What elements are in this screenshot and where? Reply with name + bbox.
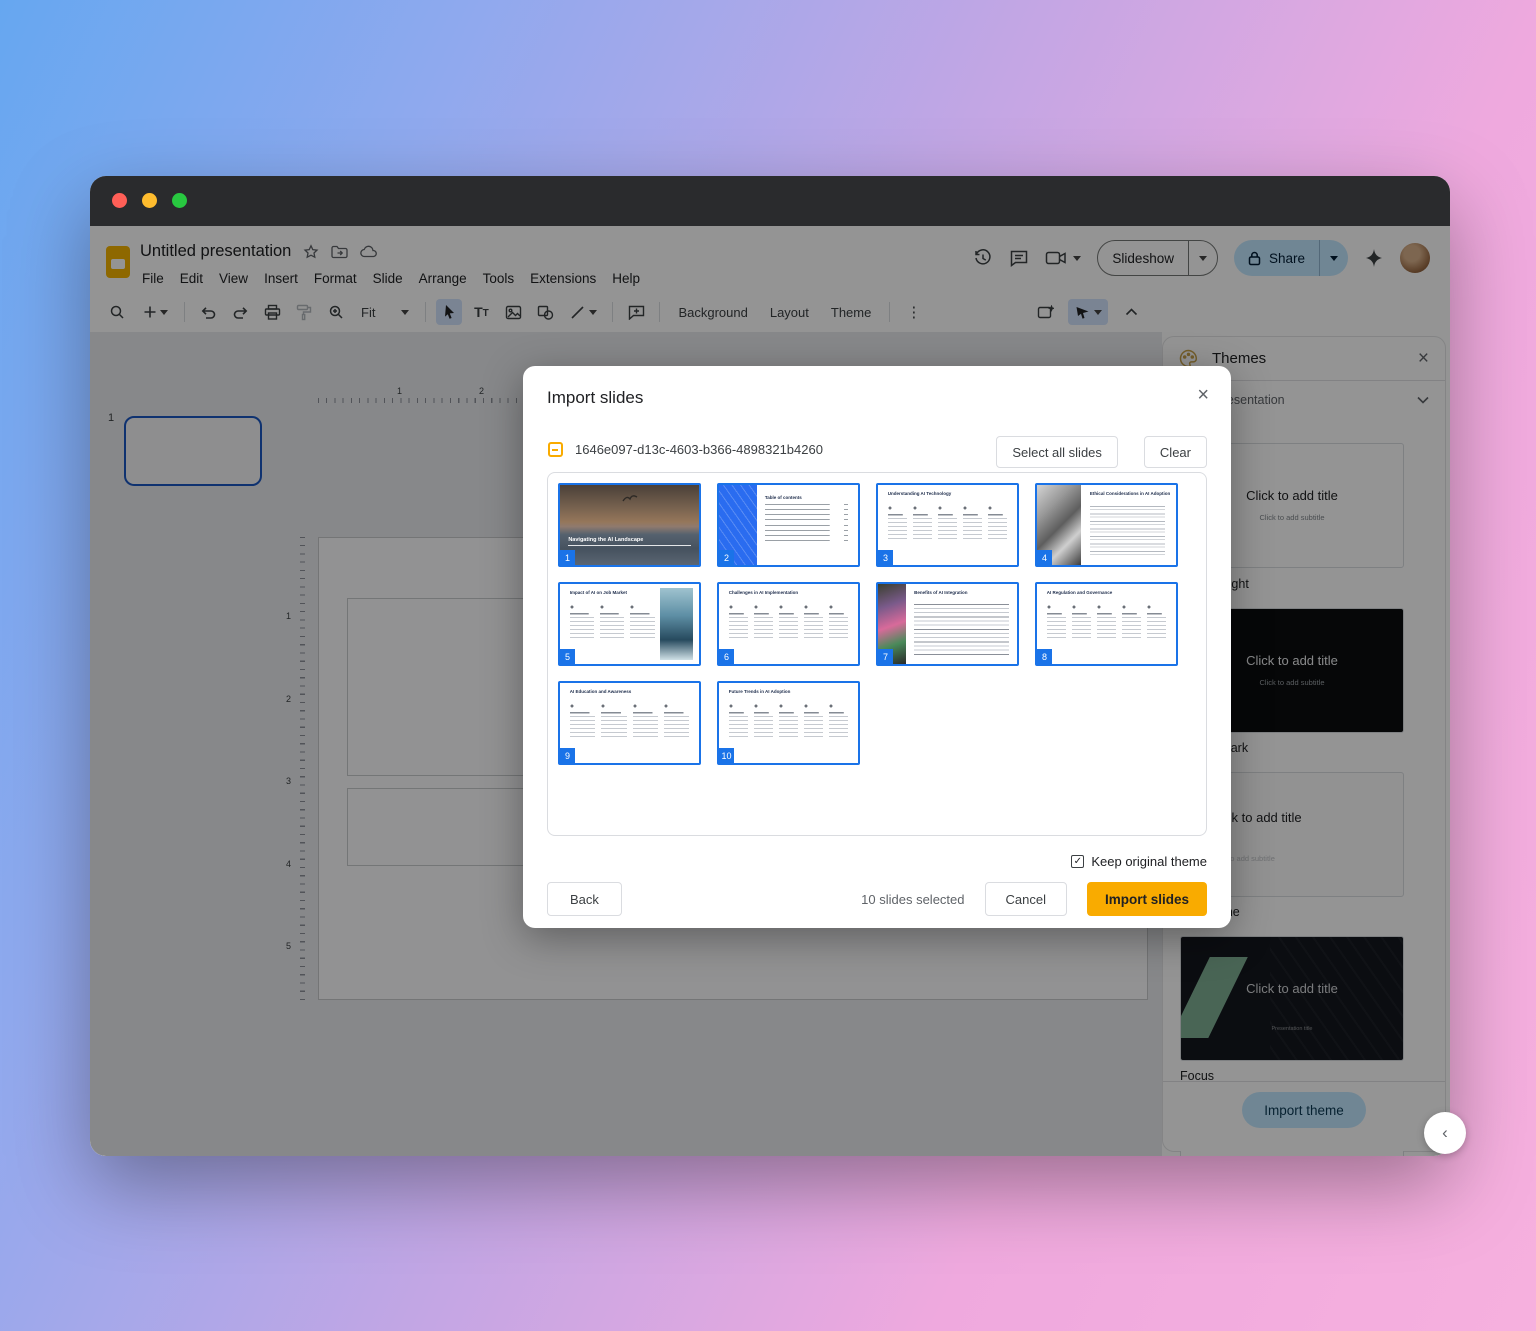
slides-file-icon	[548, 442, 563, 457]
slide-number-badge: 4	[1037, 550, 1052, 565]
import-slides-button[interactable]: Import slides	[1087, 882, 1207, 916]
source-file-id: 1646e097-d13c-4603-b366-4898321b4260	[575, 442, 823, 457]
slide-thumbnail-1[interactable]: Navigating the AI Landscape 1	[558, 483, 701, 567]
keep-original-theme-row[interactable]: ✓ Keep original theme	[1071, 854, 1207, 869]
slide-thumbnail-6[interactable]: Challenges in AI Implementation 6	[717, 582, 860, 666]
slide-thumbnail-8[interactable]: AI Regulation and Governance 8	[1035, 582, 1178, 666]
keep-theme-checkbox[interactable]: ✓	[1071, 855, 1084, 868]
zoom-window-button[interactable]	[172, 193, 187, 208]
slide-thumbnail-5[interactable]: Impact of AI on Job Market 5	[558, 582, 701, 666]
slide-number-badge: 6	[719, 649, 734, 664]
slides-grid: Navigating the AI Landscape 1 Table of c…	[547, 472, 1207, 836]
app-window: Untitled presentation File Edit View Ins…	[90, 176, 1450, 1156]
macos-titlebar	[90, 176, 1450, 226]
bird-silhouette	[621, 493, 639, 505]
slide-thumbnail-3[interactable]: Understanding AI Technology 3	[876, 483, 1019, 567]
slide-number-badge: 5	[560, 649, 575, 664]
slide-thumbnail-4[interactable]: Ethical Considerations in AI Adoption 4	[1035, 483, 1178, 567]
slide-number-badge: 9	[560, 748, 575, 763]
cancel-button[interactable]: Cancel	[985, 882, 1067, 916]
slide-number-badge: 10	[719, 748, 734, 763]
slide-number-badge: 8	[1037, 649, 1052, 664]
minimize-window-button[interactable]	[142, 193, 157, 208]
slide-number-badge: 1	[560, 550, 575, 565]
dialog-title: Import slides	[547, 388, 643, 408]
slide-number-badge: 7	[878, 649, 893, 664]
slide-thumbnail-9[interactable]: AI Education and Awareness 9	[558, 681, 701, 765]
select-all-slides-button[interactable]: Select all slides	[996, 436, 1118, 468]
collapse-panel-button[interactable]: ‹	[1424, 1112, 1466, 1154]
close-dialog-icon[interactable]: ×	[1197, 384, 1209, 407]
import-slides-dialog: Import slides × 1646e097-d13c-4603-b366-…	[523, 366, 1231, 928]
slide-thumbnail-10[interactable]: Future Trends in AI Adoption 10	[717, 681, 860, 765]
back-button[interactable]: Back	[547, 882, 622, 916]
close-window-button[interactable]	[112, 193, 127, 208]
slide-number-badge: 2	[719, 550, 734, 565]
slide-thumbnail-7[interactable]: Benefits of AI Integration 7	[876, 582, 1019, 666]
selected-count-text: 10 slides selected	[861, 892, 964, 907]
slide-number-badge: 3	[878, 550, 893, 565]
keep-theme-label: Keep original theme	[1091, 854, 1207, 869]
slide-thumbnail-2[interactable]: Table of contents 2	[717, 483, 860, 567]
clear-button[interactable]: Clear	[1144, 436, 1207, 468]
